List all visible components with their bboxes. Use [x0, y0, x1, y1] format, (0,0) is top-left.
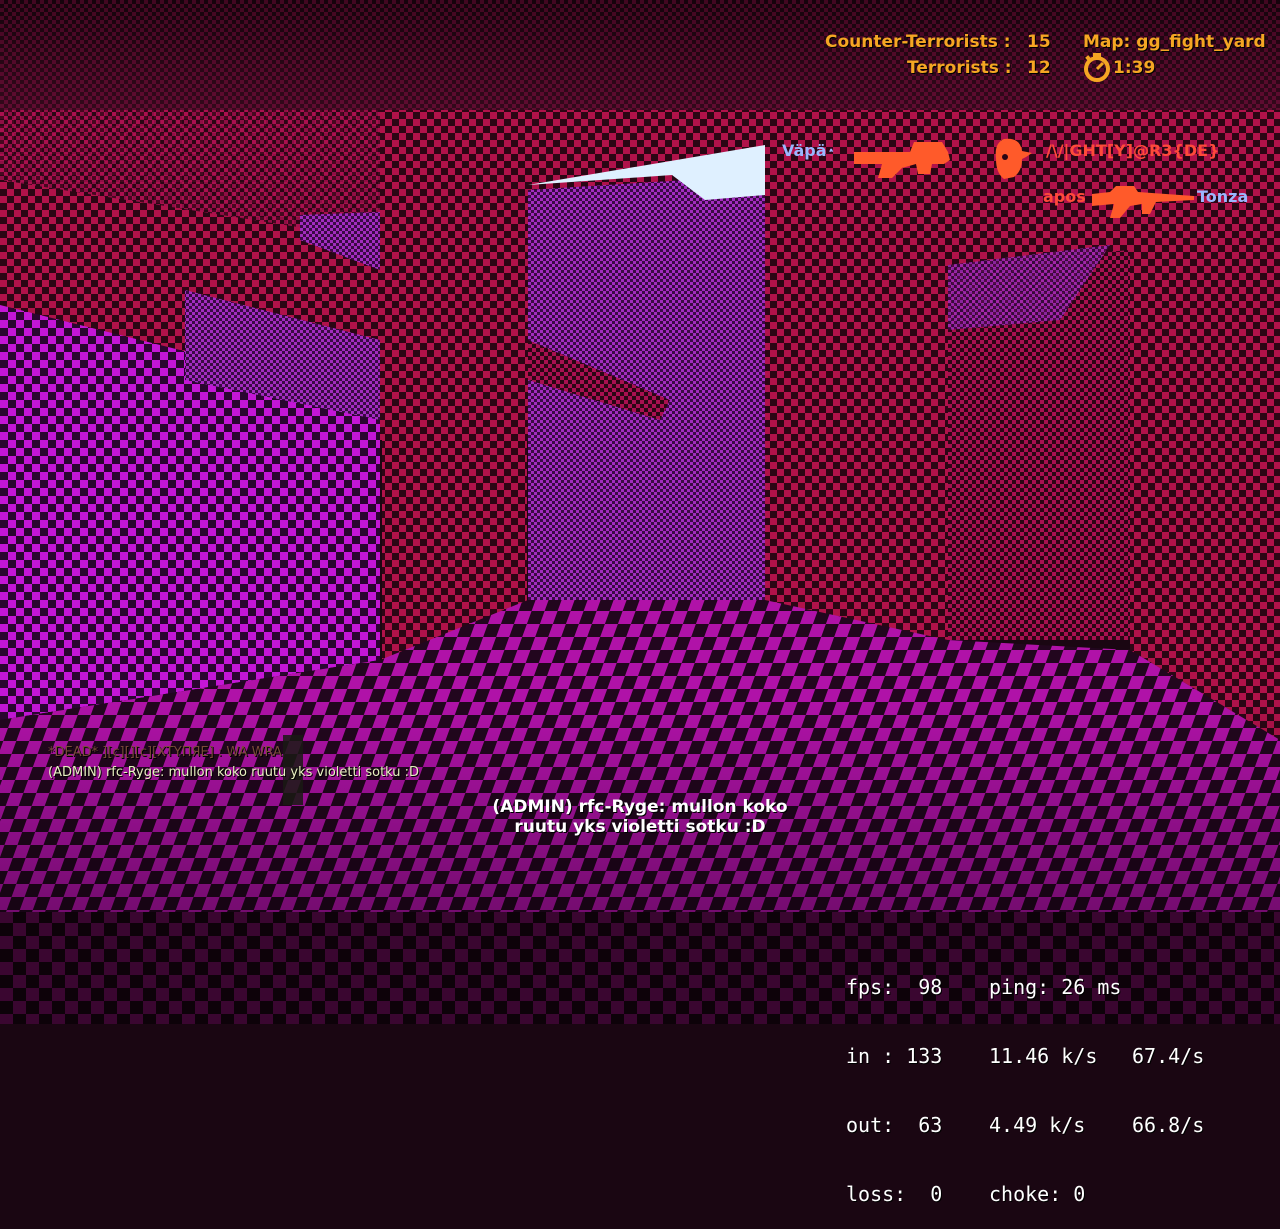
- netgraph-in-peak: 67.4/s: [1132, 1044, 1205, 1068]
- ct-score-label: Counter-Terrorists :: [825, 32, 1011, 52]
- netgraph-in-rate: 11.46 k/s: [989, 1044, 1098, 1068]
- round-timer: 1:39: [1113, 58, 1156, 78]
- netgraph-out-rate: 4.49 k/s: [989, 1113, 1086, 1137]
- killfeed-killer: apos: [1043, 187, 1086, 206]
- netgraph-out-peak: 66.8/s: [1132, 1113, 1205, 1137]
- admin-message-line: (ADMIN) rfc-Ryge: mullon koko: [492, 797, 788, 817]
- chat-line-dead: *DEAD* ][c][][c][XTYПЯЕ] : WA WRA: [48, 745, 282, 760]
- admin-center-message: (ADMIN) rfc-Ryge: mullon koko ruutu yks …: [470, 797, 810, 837]
- netgraph-loss: loss: 0: [846, 1182, 943, 1206]
- p90-icon: [854, 142, 950, 178]
- killfeed-victim: Tonza: [1197, 187, 1249, 206]
- headshot-icon: [995, 138, 1032, 179]
- chat-line-admin: (ADMIN) rfc-Ryge: mullon koko ruutu yks …: [48, 765, 420, 780]
- killfeed-victim: /\/|GHT[Y]@R3{DE}: [1046, 141, 1220, 160]
- netgraph-out: out: 63: [846, 1113, 943, 1137]
- map-name: Map: gg_fight_yard: [1083, 32, 1266, 52]
- netgraph-ping: ping: 26 ms: [989, 975, 1122, 999]
- admin-message-line: ruutu yks violetti sotku :D: [514, 817, 766, 837]
- netgraph-choke: choke: 0: [989, 1182, 1086, 1206]
- t-score-label: Terrorists :: [907, 58, 1012, 78]
- netgraph-fps: fps: 98: [846, 975, 943, 999]
- netgraph: fps: 98 ping: 26 ms in : 133 11.46 k/s 6…: [846, 930, 1204, 1229]
- stopwatch-icon: [1084, 53, 1110, 82]
- killfeed-killer: Väpäٛ: [782, 141, 827, 160]
- aug-icon: [1092, 186, 1194, 218]
- t-score-value: 12: [1027, 58, 1051, 78]
- ct-score-value: 15: [1027, 32, 1051, 52]
- netgraph-in: in : 133: [846, 1044, 943, 1068]
